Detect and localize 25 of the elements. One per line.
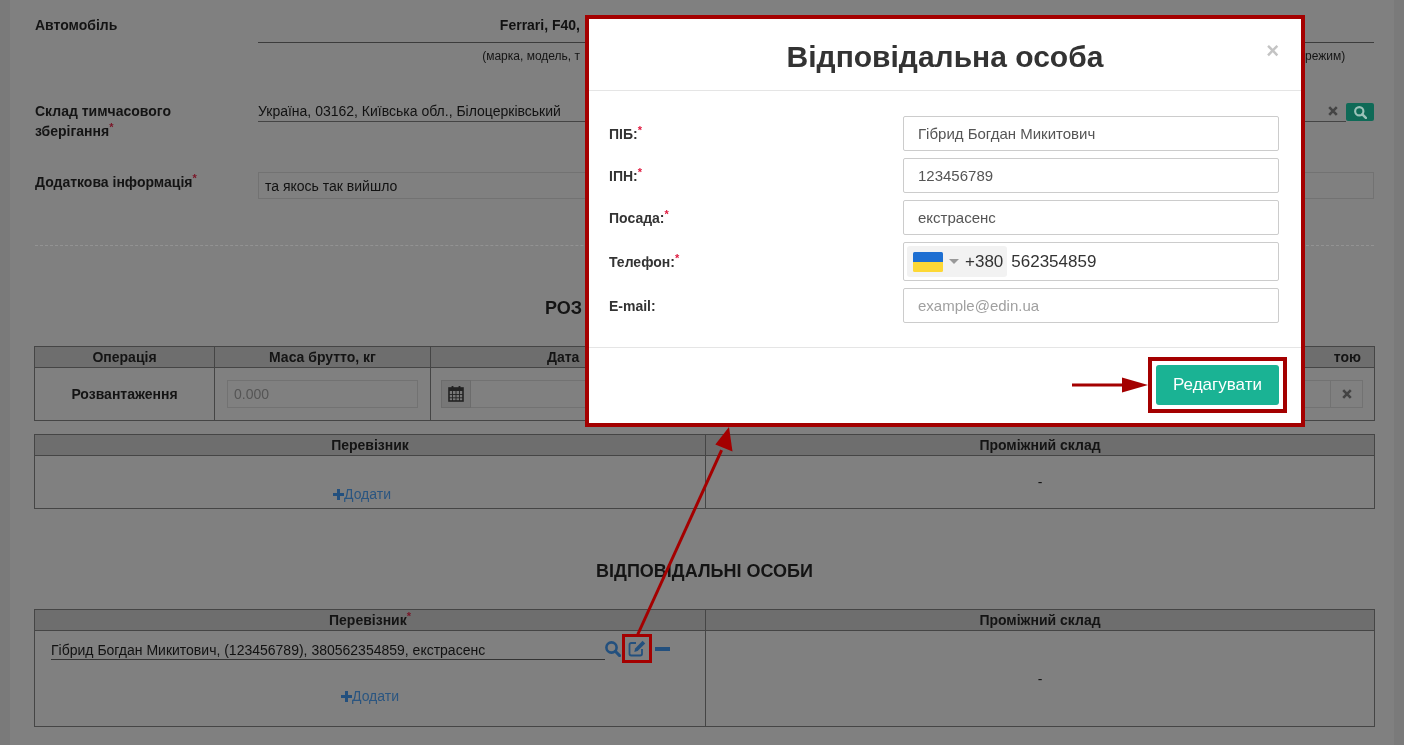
field-label: ІПН:$^{*}$ xyxy=(609,166,642,185)
field-label: E-mail: xyxy=(609,296,656,315)
field-label: Посада:$^{*}$ xyxy=(609,208,669,227)
field-hint: (марка, модель, т xyxy=(482,48,580,64)
section-heading: РОЗ xyxy=(544,297,582,319)
field-value: Ferrari, F40, xyxy=(499,16,580,34)
column-header: Перевізник xyxy=(331,436,409,453)
field-label: Додаткова інформація$^{*}$ xyxy=(35,172,198,192)
field-label: ПІБ:$^{*}$ xyxy=(609,124,642,143)
field-label: Автомобіль xyxy=(35,16,119,34)
column-header: Операція xyxy=(92,348,157,365)
empty-value: - xyxy=(1037,474,1043,490)
column-header: Перевізник$^{*}$ xyxy=(329,611,411,628)
column-header: Проміжний склад xyxy=(979,436,1101,453)
empty-value: - xyxy=(1037,670,1043,687)
column-header: Маса брутто, кг xyxy=(269,348,376,365)
field-label: Склад тимчасового зберігання$^{*}$ xyxy=(35,102,172,141)
person-entry: Гібрид Богдан Микитович, (123456789), 380562354859, екстрасенс xyxy=(51,642,605,660)
field-label: Телефон:$^{*}$ xyxy=(609,252,680,271)
field-hint: режим) xyxy=(1305,48,1346,64)
column-header: Проміжний склад xyxy=(979,611,1101,628)
dialog-title: Відповідальна особа xyxy=(786,39,1104,75)
column-header: тою xyxy=(1333,348,1361,365)
operation-name: Розвантаження xyxy=(71,386,178,402)
column-header: Дата xyxy=(547,348,580,365)
